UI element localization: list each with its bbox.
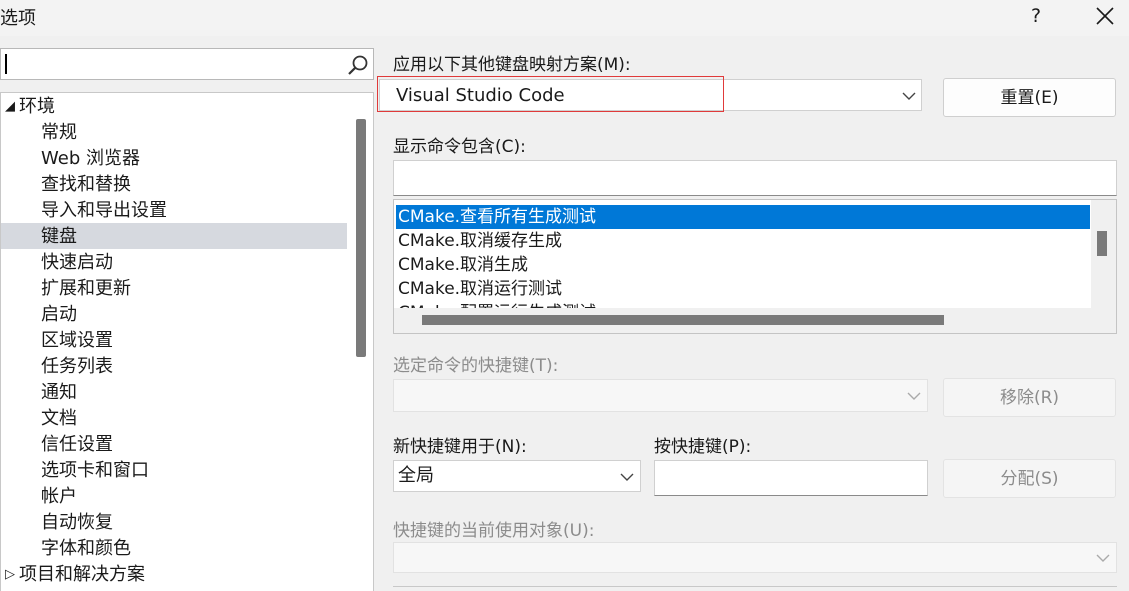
tree-item-label: 启动: [41, 304, 77, 325]
chevron-down-icon: [902, 92, 916, 100]
window-title: 选项: [0, 8, 36, 29]
tree-item-label: 项目和解决方案: [19, 564, 145, 585]
help-button[interactable]: ?: [1024, 2, 1048, 30]
tree-item-find-replace[interactable]: 查找和替换: [41, 172, 131, 198]
remove-button-label: 移除(R): [999, 388, 1060, 408]
tree-item-tabs-windows[interactable]: 选项卡和窗口: [41, 458, 149, 484]
title-bar: 选项 ?: [0, 0, 1129, 36]
annotation-highlight-box: [377, 76, 724, 112]
press-shortcut-label: 按快捷键(P):: [654, 437, 752, 457]
tree-item-accounts[interactable]: 帐户: [41, 484, 77, 510]
divider: [393, 586, 1117, 587]
list-item[interactable]: CMake.取消缓存生成: [396, 229, 1090, 253]
tree-item-label: 导入和导出设置: [41, 200, 167, 221]
reset-button-label: 重置(E): [1000, 88, 1059, 108]
tree-item-import-export[interactable]: 导入和导出设置: [41, 198, 167, 224]
tree-item-label: 通知: [41, 382, 77, 403]
tree-item-label: 自动恢复: [41, 512, 113, 533]
use-new-shortcut-label: 新快捷键用于(N):: [393, 437, 527, 457]
commands-vertical-scrollbar-thumb[interactable]: [1097, 231, 1107, 256]
tree-item-fonts-colors[interactable]: 字体和颜色: [41, 536, 131, 562]
help-icon: ?: [1030, 5, 1042, 27]
tree-item-label: 帐户: [41, 486, 77, 507]
assign-button-label: 分配(S): [1000, 469, 1059, 489]
tree-item-label: 快速启动: [41, 252, 113, 273]
list-item[interactable]: CMake.查看所有生成测试: [396, 205, 1090, 229]
search-icon[interactable]: [347, 54, 369, 76]
tree-item-label: 常规: [41, 122, 77, 143]
tree-item-autorecover[interactable]: 自动恢复: [41, 510, 113, 536]
tree-item-label: 任务列表: [41, 356, 113, 377]
collapsed-arrow-icon[interactable]: ▷: [1, 562, 19, 588]
tree-item-regional-settings[interactable]: 区域设置: [41, 328, 113, 354]
chevron-down-icon: [1096, 554, 1110, 562]
tree-item-label: 文档: [41, 408, 77, 429]
tree-item-label: 查找和替换: [41, 174, 131, 195]
options-dialog: 选项 ? ◢ 环境 常规 Web 浏览器 查找和替换 导入和导出设置 键盘 快速启…: [0, 0, 1129, 591]
tree-scrollbar-thumb[interactable]: [356, 119, 366, 357]
tree-item-label: 选项卡和窗口: [41, 460, 149, 481]
tree-item-keyboard[interactable]: 键盘: [41, 224, 77, 250]
tree-item-label: 键盘: [41, 226, 77, 247]
tree-item-label: 扩展和更新: [41, 278, 131, 299]
press-shortcut-input[interactable]: [654, 460, 928, 496]
list-item[interactable]: CMake.取消运行测试: [396, 277, 1090, 301]
tree-item-web-browser[interactable]: Web 浏览器: [41, 146, 140, 172]
tree-item-documents[interactable]: 文档: [41, 406, 77, 432]
tree-item-label: 字体和颜色: [41, 538, 131, 559]
show-commands-label: 显示命令包含(C):: [393, 137, 526, 157]
tree-item-extensions[interactable]: 扩展和更新: [41, 276, 131, 302]
tree-item-task-list[interactable]: 任务列表: [41, 354, 113, 380]
tree-item-projects-solutions[interactable]: ▷ 项目和解决方案: [1, 562, 145, 588]
remove-button[interactable]: 移除(R): [943, 378, 1116, 417]
tree-item-label: 区域设置: [41, 330, 113, 351]
tree-item-label: Web 浏览器: [41, 148, 140, 169]
assign-button[interactable]: 分配(S): [943, 459, 1116, 498]
use-new-shortcut-dropdown[interactable]: 全局: [393, 460, 641, 492]
selected-shortcut-dropdown[interactable]: [393, 379, 928, 412]
list-item[interactable]: CMake.取消生成: [396, 253, 1090, 277]
chevron-down-icon: [620, 473, 634, 481]
options-tree: ◢ 环境 常规 Web 浏览器 查找和替换 导入和导出设置 键盘 快速启动 扩展和…: [0, 92, 374, 591]
tree-item-notifications[interactable]: 通知: [41, 380, 77, 406]
tree-item-trust-settings[interactable]: 信任设置: [41, 432, 113, 458]
currently-used-by-dropdown[interactable]: [393, 542, 1117, 573]
close-icon: [1096, 7, 1114, 25]
commands-list[interactable]: CMake.查看所有生成测试 CMake.取消缓存生成 CMake.取消生成 C…: [393, 199, 1117, 334]
reset-button[interactable]: 重置(E): [943, 78, 1116, 117]
use-new-shortcut-value: 全局: [398, 465, 434, 486]
selected-shortcut-label: 选定命令的快捷键(T):: [393, 356, 559, 376]
show-commands-input[interactable]: [393, 160, 1117, 196]
tree-item-environment[interactable]: ◢ 环境: [1, 94, 55, 120]
close-button[interactable]: [1090, 2, 1120, 30]
currently-used-by-label: 快捷键的当前使用对象(U):: [393, 521, 595, 541]
text-caret: [5, 54, 7, 74]
mapping-scheme-label: 应用以下其他键盘映射方案(M):: [393, 55, 631, 75]
chevron-down-icon: [907, 392, 921, 400]
tree-item-quick-launch[interactable]: 快速启动: [41, 250, 113, 276]
tree-item-label: 信任设置: [41, 434, 113, 455]
expanded-arrow-icon[interactable]: ◢: [1, 94, 19, 120]
tree-item-startup[interactable]: 启动: [41, 302, 77, 328]
tree-item-label: 环境: [19, 96, 55, 117]
commands-horizontal-scrollbar-thumb[interactable]: [422, 315, 944, 325]
search-input[interactable]: [0, 48, 374, 80]
tree-item-general[interactable]: 常规: [41, 120, 77, 146]
